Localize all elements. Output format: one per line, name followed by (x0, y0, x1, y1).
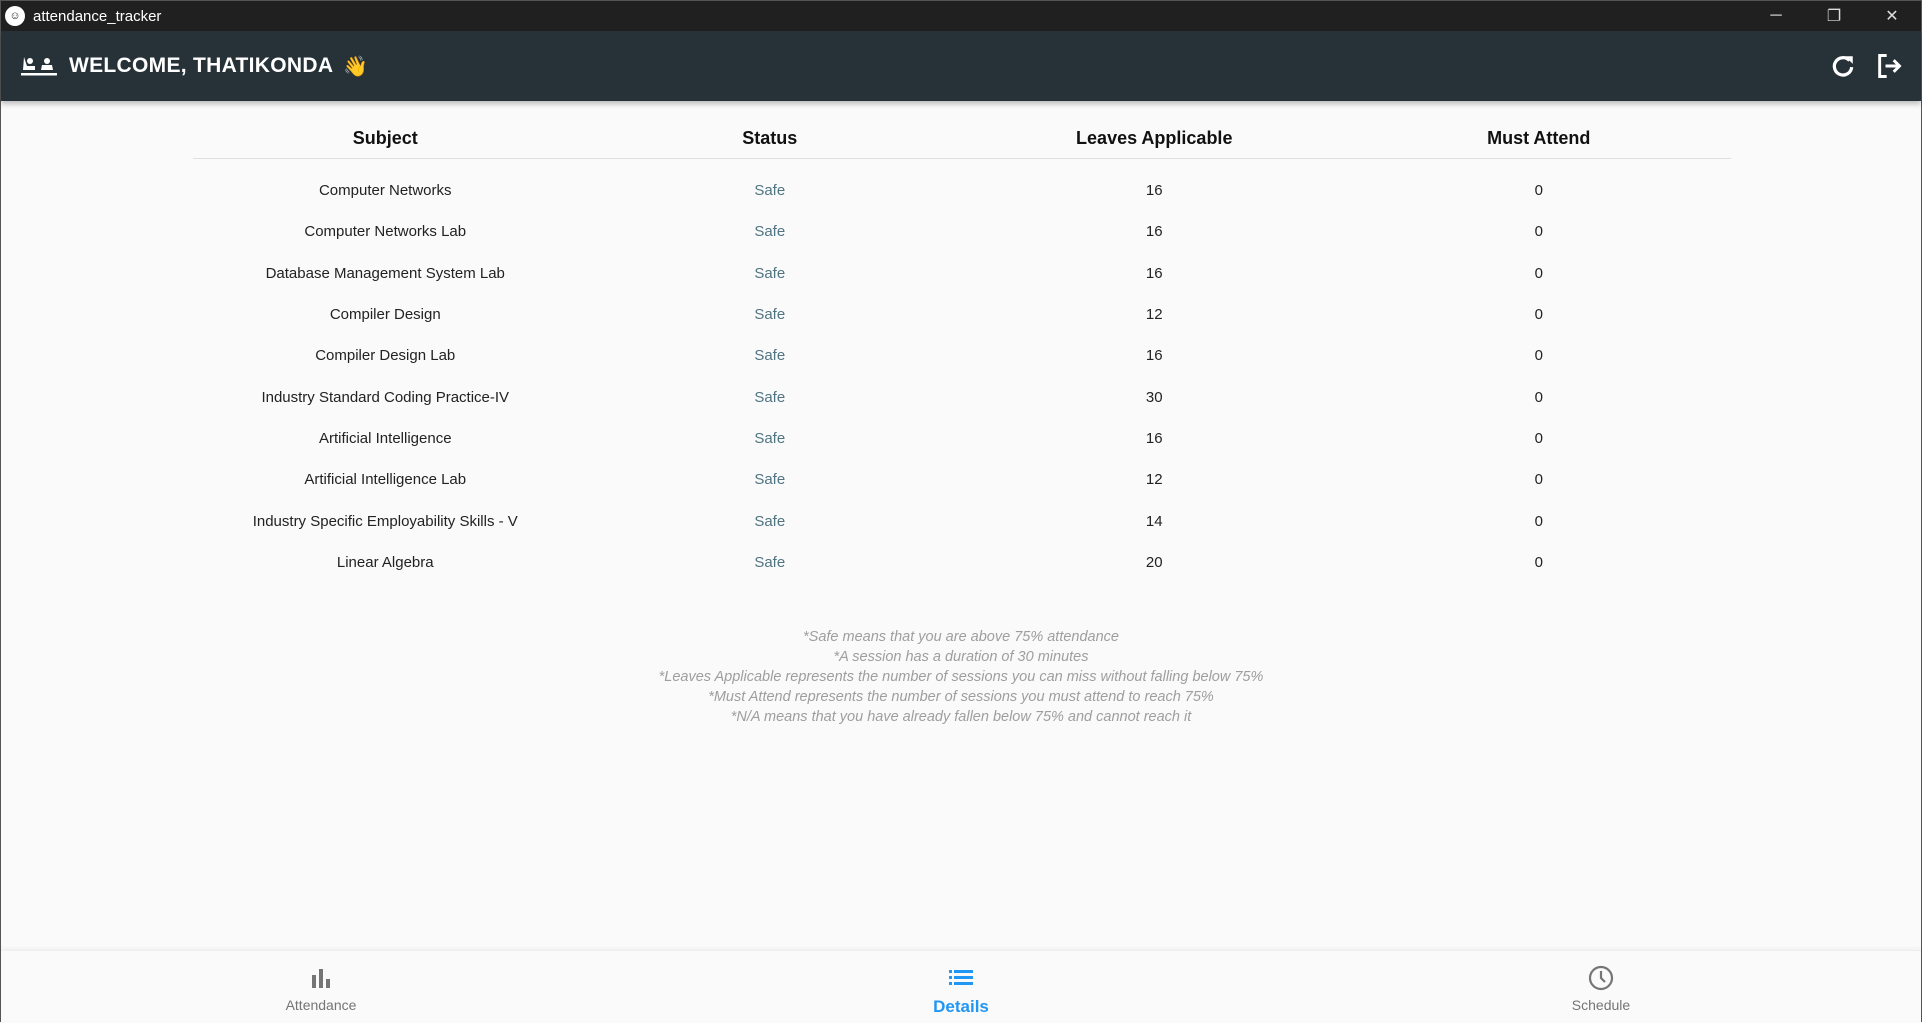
leaves-applicable-cell: 30 (1145, 388, 1163, 406)
must-attend-cell: 0 (1534, 553, 1543, 571)
status-cell: Safe (754, 182, 786, 200)
table-row: Computer Networks Lab Safe 16 0 (193, 211, 1731, 252)
logout-button[interactable] (1873, 50, 1905, 82)
table-row: Linear Algebra Safe 20 0 (193, 542, 1731, 583)
leaves-applicable-cell: 16 (1145, 429, 1163, 447)
leaves-applicable-cell: 14 (1145, 512, 1163, 530)
subject-cell: Linear Algebra (336, 553, 434, 571)
window-titlebar: ☺ attendance_tracker ─ ❐ ✕ (1, 1, 1921, 31)
nav-details[interactable]: Details (641, 951, 1281, 1023)
subject-cell: Computer Networks Lab (304, 223, 467, 241)
table-row: Database Management System Lab Safe 16 0 (193, 253, 1731, 294)
leaves-applicable-cell: 20 (1145, 553, 1163, 571)
classroom-icon (21, 55, 57, 77)
subject-cell: Compiler Design Lab (315, 347, 456, 365)
bar-chart-icon (310, 965, 332, 991)
must-attend-cell: 0 (1534, 388, 1543, 406)
note: *Leaves Applicable represents the number… (658, 669, 1264, 685)
bottom-navigation: Attendance Details Schedule (1, 950, 1921, 1023)
status-cell: Safe (754, 471, 786, 489)
app-bar: WELCOME, THATIKONDA 👋 (1, 31, 1921, 101)
welcome-title: WELCOME, THATIKONDA (69, 54, 334, 77)
must-attend-cell: 0 (1534, 429, 1543, 447)
header-leaves-applicable: Leaves Applicable (1076, 128, 1233, 148)
leaves-applicable-cell: 16 (1145, 347, 1163, 365)
status-cell: Safe (754, 429, 786, 447)
waving-hand-icon: 👋 (343, 55, 369, 78)
legend-notes: *Safe means that you are above 75% atten… (1, 627, 1921, 727)
logout-icon (1878, 54, 1902, 78)
leaves-applicable-cell: 12 (1145, 471, 1163, 489)
status-cell: Safe (754, 306, 786, 324)
status-cell: Safe (754, 512, 786, 530)
refresh-icon (1832, 56, 1854, 77)
must-attend-cell: 0 (1534, 264, 1543, 282)
nav-schedule[interactable]: Schedule (1281, 951, 1921, 1023)
app-icon: ☺ (5, 6, 25, 26)
status-cell: Safe (754, 388, 786, 406)
attendance-details-table: Subject Status Leaves Applicable Must At… (193, 119, 1731, 583)
list-icon (949, 965, 973, 991)
status-cell: Safe (754, 223, 786, 241)
close-button[interactable]: ✕ (1863, 1, 1921, 31)
window-title: attendance_tracker (33, 7, 162, 25)
note: *N/A means that you have already fallen … (730, 709, 1192, 725)
must-attend-cell: 0 (1534, 512, 1543, 530)
subject-cell: Database Management System Lab (265, 264, 505, 282)
table-header: Subject Status Leaves Applicable Must At… (193, 119, 1731, 159)
table-row: Compiler Design Safe 12 0 (193, 294, 1731, 335)
must-attend-cell: 0 (1534, 182, 1543, 200)
subject-cell: Industry Standard Coding Practice-IV (261, 388, 510, 406)
header-must-attend: Must Attend (1487, 128, 1591, 148)
subject-cell: Artificial Intelligence (318, 429, 452, 447)
must-attend-cell: 0 (1534, 471, 1543, 489)
subject-cell: Computer Networks (318, 182, 452, 200)
status-cell: Safe (754, 264, 786, 282)
nav-label: Details (933, 997, 989, 1016)
leaves-applicable-cell: 16 (1145, 182, 1163, 200)
table-row: Artificial Intelligence Safe 16 0 (193, 418, 1731, 459)
subject-cell: Artificial Intelligence Lab (304, 471, 467, 489)
note: *A session has a duration of 30 minutes (833, 649, 1089, 665)
leaves-applicable-cell: 16 (1145, 264, 1163, 282)
nav-label: Schedule (1571, 997, 1631, 1013)
table-row: Industry Standard Coding Practice-IV Safe… (193, 376, 1731, 417)
note: *Safe means that you are above 75% atten… (803, 629, 1119, 645)
nav-label: Attendance (285, 997, 357, 1013)
clock-icon (1588, 965, 1614, 991)
leaves-applicable-cell: 12 (1145, 306, 1163, 324)
subject-cell: Compiler Design (329, 306, 441, 324)
table-row: Computer Networks Safe 16 0 (193, 170, 1731, 211)
note: *Must Attend represents the number of se… (708, 689, 1214, 705)
header-subject: Subject (352, 128, 418, 148)
table-row: Industry Specific Employability Skills -… (193, 500, 1731, 541)
subject-cell: Industry Specific Employability Skills -… (252, 512, 518, 530)
leaves-applicable-cell: 16 (1145, 223, 1163, 241)
restore-button[interactable]: ❐ (1805, 1, 1863, 31)
table-row: Compiler Design Lab Safe 16 0 (193, 335, 1731, 376)
status-cell: Safe (754, 347, 786, 365)
table-row: Artificial Intelligence Lab Safe 12 0 (193, 459, 1731, 500)
header-status: Status (742, 128, 798, 148)
must-attend-cell: 0 (1534, 223, 1543, 241)
refresh-button[interactable] (1827, 50, 1859, 82)
minimize-button[interactable]: ─ (1747, 1, 1805, 31)
must-attend-cell: 0 (1534, 306, 1543, 324)
status-cell: Safe (754, 553, 786, 571)
nav-attendance[interactable]: Attendance (1, 951, 641, 1023)
must-attend-cell: 0 (1534, 347, 1543, 365)
